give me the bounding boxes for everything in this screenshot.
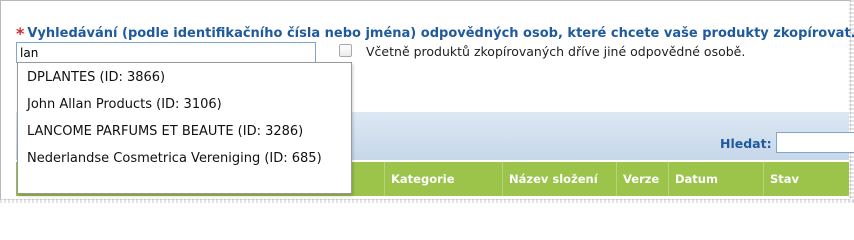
include-previous-checkbox[interactable]	[339, 44, 352, 57]
column-header-datum[interactable]: Datum	[668, 162, 763, 196]
column-header-verze[interactable]: Verze	[616, 162, 668, 196]
responsible-person-search-input[interactable]	[16, 42, 316, 63]
include-previous-label: Včetně produktů zkopírovaných dříve jiné…	[366, 44, 746, 59]
autocomplete-dropdown: DPLANTES (ID: 3866) John Allan Products …	[17, 62, 352, 194]
column-header-stav[interactable]: Stav	[763, 162, 849, 196]
autocomplete-option[interactable]: Nederlandse Cosmetrica Vereniging (ID: 6…	[27, 148, 327, 169]
column-header-kategorie[interactable]: Kategorie	[384, 162, 502, 196]
autocomplete-option[interactable]: DPLANTES (ID: 3866)	[27, 67, 327, 88]
required-marker: *	[16, 24, 25, 43]
search-prompt: * Vyhledávání (podle identifikačního čísl…	[16, 22, 854, 43]
grid-search-input[interactable]	[776, 132, 854, 153]
search-prompt-text: Vyhledávání (podle identifikačního čísla…	[27, 26, 854, 41]
autocomplete-option[interactable]: LANCOME PARFUMS ET BEAUTE (ID: 3286)	[27, 121, 327, 142]
autocomplete-option[interactable]: John Allan Products (ID: 3106)	[27, 94, 327, 115]
column-header-nazev-slozeni[interactable]: Název složení	[502, 162, 616, 196]
torn-edge-bottom	[0, 199, 854, 203]
grid-search-label: Hledat:	[720, 136, 772, 151]
